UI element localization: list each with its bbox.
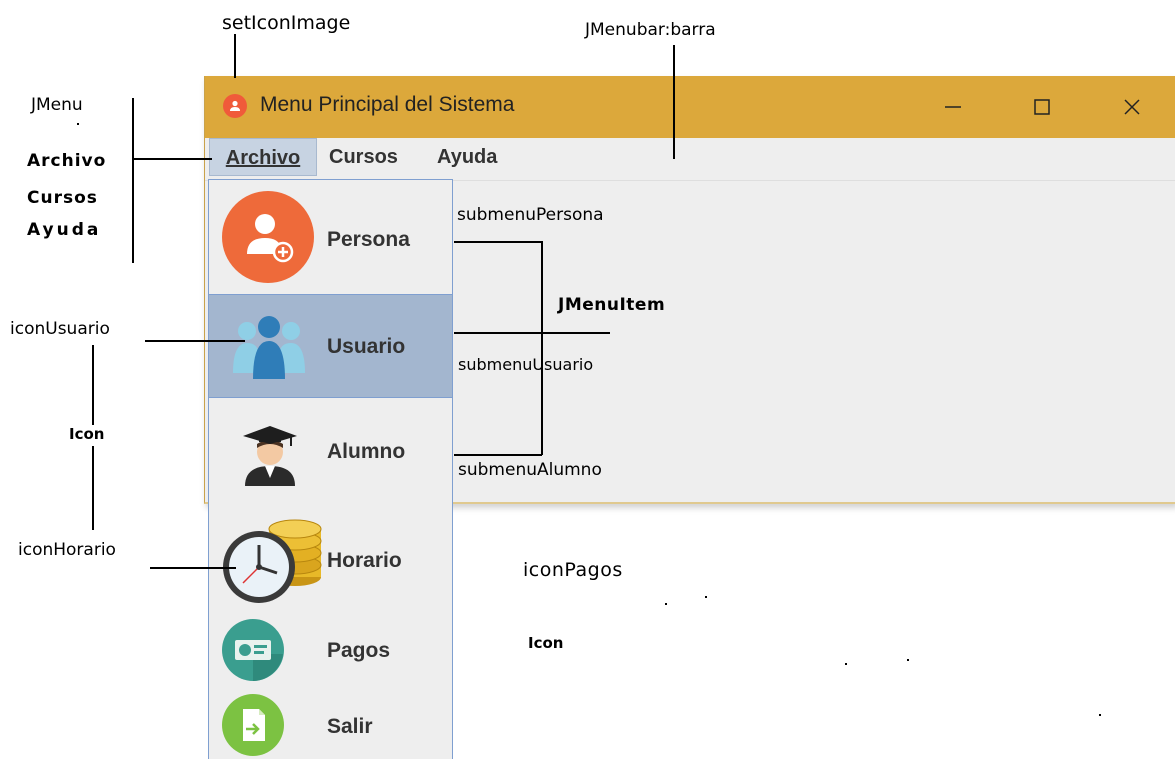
annotation-iconpagos: iconPagos [523, 559, 623, 581]
iconusuario-leader [145, 340, 245, 342]
speck [845, 663, 847, 665]
menuitem-pagos[interactable]: Pagos [209, 613, 452, 687]
menuitem-alumno-label: Alumno [327, 440, 406, 463]
graduate-icon [243, 426, 297, 486]
annotation-iconhorario: iconHorario [18, 540, 116, 560]
annotation-submenualumno: submenuAlumno [458, 460, 602, 480]
speck [705, 596, 707, 598]
menu-cursos[interactable]: Cursos [323, 138, 404, 176]
menuitem-usuario[interactable]: Usuario [209, 294, 452, 398]
menuitem-pagos-label: Pagos [327, 639, 391, 662]
menuitem-horario-label: Horario [327, 549, 402, 572]
menuitem-persona[interactable]: Persona [209, 180, 452, 294]
close-icon [1124, 99, 1140, 115]
menu-archivo[interactable]: Archivo [209, 138, 317, 176]
jmenu-bracket [132, 98, 134, 263]
title-bar[interactable]: Menu Principal del Sistema [205, 76, 1175, 138]
users-icon [233, 316, 305, 379]
menu-archivo-label: Archivo [225, 147, 301, 169]
menuitem-alumno[interactable]: Alumno [209, 398, 452, 503]
exit-icon [222, 694, 284, 756]
menuitem-salir-label: Salir [327, 715, 373, 738]
minimize-button[interactable] [933, 90, 973, 124]
annotation-archivo: Archivo [27, 151, 107, 171]
speck [1099, 714, 1101, 716]
menuitem-persona-label: Persona [327, 228, 410, 251]
menuitem-horario[interactable]: Horario [209, 503, 452, 613]
persona-bracket-top [454, 241, 542, 243]
icon-left-lower-line [92, 446, 94, 530]
close-button[interactable] [1112, 90, 1152, 124]
menu-ayuda[interactable]: Ayuda [431, 138, 503, 176]
speck [665, 603, 667, 605]
annotation-icon-right: Icon [528, 634, 564, 652]
submenu-bracket-vertical [541, 241, 543, 455]
window-title: Menu Principal del Sistema [260, 93, 515, 116]
clock-coins-icon [223, 519, 322, 603]
usuario-bracket-mid [454, 332, 610, 334]
alumno-bracket-bottom [454, 454, 542, 456]
annotation-jmenu: JMenu [31, 95, 83, 115]
annotation-submenupersona: submenuPersona [457, 205, 604, 225]
maximize-icon [1034, 99, 1050, 115]
money-icon [222, 619, 284, 681]
annotation-ayuda: Ayuda [27, 220, 102, 240]
menuitem-salir[interactable]: Salir [209, 687, 452, 760]
annotation-icon-left: Icon [69, 425, 105, 443]
annotation-cursos: Cursos [27, 188, 98, 208]
maximize-button[interactable] [1022, 90, 1062, 124]
app-user-icon [223, 94, 247, 118]
jmenubar-leader [673, 45, 675, 159]
speck [77, 123, 79, 125]
person-add-icon [222, 191, 314, 283]
iconhorario-leader [150, 567, 236, 569]
annotation-jmenuitem: JMenuItem [558, 295, 666, 315]
icon-left-upper-line [92, 345, 94, 425]
seticonimage-leader [234, 34, 236, 78]
speck [907, 659, 909, 661]
annotation-iconusuario: iconUsuario [10, 319, 110, 339]
annotation-seticonimage: setIconImage [222, 12, 351, 34]
annotation-submenuusuario: submenuUsuario [458, 355, 594, 374]
minimize-icon [945, 106, 961, 108]
menu-bar: Archivo Cursos Ayuda [205, 138, 1175, 181]
menuitem-usuario-label: Usuario [327, 335, 406, 358]
archivo-leader [132, 158, 212, 160]
annotation-jmenubar: JMenubar:barra [585, 20, 716, 40]
archivo-dropdown: Persona Usuario Alumno Horario Pagos Sal… [208, 179, 453, 759]
